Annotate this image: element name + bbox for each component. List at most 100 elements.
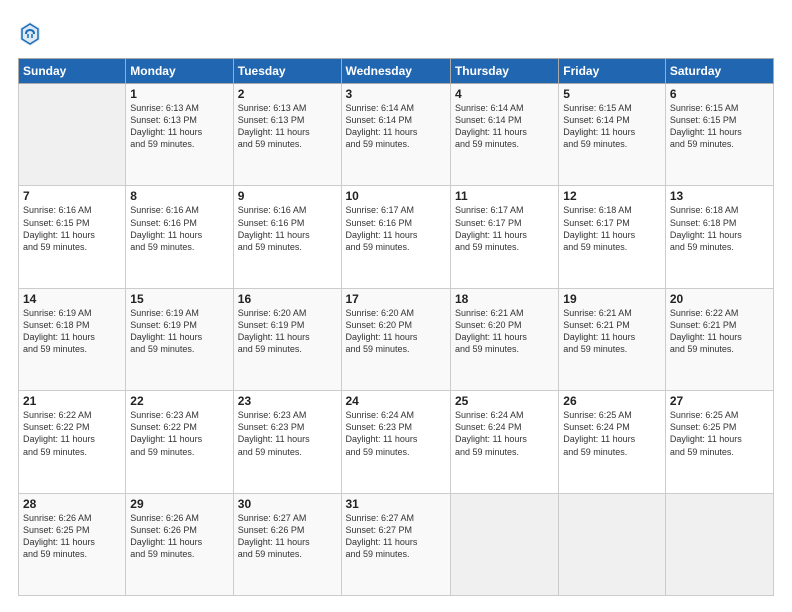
- calendar-cell: 12Sunrise: 6:18 AM Sunset: 6:17 PM Dayli…: [559, 186, 666, 288]
- day-info: Sunrise: 6:13 AM Sunset: 6:13 PM Dayligh…: [238, 102, 337, 151]
- day-info: Sunrise: 6:22 AM Sunset: 6:21 PM Dayligh…: [670, 307, 769, 356]
- header: [18, 16, 774, 48]
- calendar-table: SundayMondayTuesdayWednesdayThursdayFrid…: [18, 58, 774, 596]
- calendar-cell: [559, 493, 666, 595]
- day-info: Sunrise: 6:19 AM Sunset: 6:19 PM Dayligh…: [130, 307, 228, 356]
- day-info: Sunrise: 6:23 AM Sunset: 6:23 PM Dayligh…: [238, 409, 337, 458]
- day-info: Sunrise: 6:17 AM Sunset: 6:17 PM Dayligh…: [455, 204, 554, 253]
- day-number: 6: [670, 87, 769, 101]
- calendar-cell: 31Sunrise: 6:27 AM Sunset: 6:27 PM Dayli…: [341, 493, 450, 595]
- calendar-cell: 24Sunrise: 6:24 AM Sunset: 6:23 PM Dayli…: [341, 391, 450, 493]
- day-number: 2: [238, 87, 337, 101]
- day-number: 17: [346, 292, 446, 306]
- dow-header-monday: Monday: [126, 59, 233, 84]
- calendar-cell: 11Sunrise: 6:17 AM Sunset: 6:17 PM Dayli…: [450, 186, 558, 288]
- day-info: Sunrise: 6:26 AM Sunset: 6:26 PM Dayligh…: [130, 512, 228, 561]
- day-info: Sunrise: 6:21 AM Sunset: 6:20 PM Dayligh…: [455, 307, 554, 356]
- day-number: 28: [23, 497, 121, 511]
- day-number: 1: [130, 87, 228, 101]
- calendar-cell: 2Sunrise: 6:13 AM Sunset: 6:13 PM Daylig…: [233, 84, 341, 186]
- day-info: Sunrise: 6:14 AM Sunset: 6:14 PM Dayligh…: [346, 102, 446, 151]
- dow-header-friday: Friday: [559, 59, 666, 84]
- calendar-cell: 6Sunrise: 6:15 AM Sunset: 6:15 PM Daylig…: [665, 84, 773, 186]
- day-info: Sunrise: 6:23 AM Sunset: 6:22 PM Dayligh…: [130, 409, 228, 458]
- day-number: 27: [670, 394, 769, 408]
- day-info: Sunrise: 6:19 AM Sunset: 6:18 PM Dayligh…: [23, 307, 121, 356]
- day-number: 31: [346, 497, 446, 511]
- day-number: 10: [346, 189, 446, 203]
- day-number: 22: [130, 394, 228, 408]
- day-number: 11: [455, 189, 554, 203]
- day-number: 9: [238, 189, 337, 203]
- dow-header-thursday: Thursday: [450, 59, 558, 84]
- calendar-body: 1Sunrise: 6:13 AM Sunset: 6:13 PM Daylig…: [19, 84, 774, 596]
- day-number: 14: [23, 292, 121, 306]
- day-number: 5: [563, 87, 661, 101]
- week-row-3: 21Sunrise: 6:22 AM Sunset: 6:22 PM Dayli…: [19, 391, 774, 493]
- day-info: Sunrise: 6:20 AM Sunset: 6:20 PM Dayligh…: [346, 307, 446, 356]
- calendar-cell: 4Sunrise: 6:14 AM Sunset: 6:14 PM Daylig…: [450, 84, 558, 186]
- calendar-cell: 8Sunrise: 6:16 AM Sunset: 6:16 PM Daylig…: [126, 186, 233, 288]
- calendar-cell: 7Sunrise: 6:16 AM Sunset: 6:15 PM Daylig…: [19, 186, 126, 288]
- day-number: 24: [346, 394, 446, 408]
- day-info: Sunrise: 6:15 AM Sunset: 6:15 PM Dayligh…: [670, 102, 769, 151]
- day-info: Sunrise: 6:18 AM Sunset: 6:18 PM Dayligh…: [670, 204, 769, 253]
- calendar-cell: 27Sunrise: 6:25 AM Sunset: 6:25 PM Dayli…: [665, 391, 773, 493]
- day-number: 30: [238, 497, 337, 511]
- day-info: Sunrise: 6:16 AM Sunset: 6:15 PM Dayligh…: [23, 204, 121, 253]
- calendar-cell: 15Sunrise: 6:19 AM Sunset: 6:19 PM Dayli…: [126, 288, 233, 390]
- calendar-cell: 1Sunrise: 6:13 AM Sunset: 6:13 PM Daylig…: [126, 84, 233, 186]
- dow-header-tuesday: Tuesday: [233, 59, 341, 84]
- day-info: Sunrise: 6:20 AM Sunset: 6:19 PM Dayligh…: [238, 307, 337, 356]
- week-row-2: 14Sunrise: 6:19 AM Sunset: 6:18 PM Dayli…: [19, 288, 774, 390]
- calendar-cell: [450, 493, 558, 595]
- calendar-cell: 23Sunrise: 6:23 AM Sunset: 6:23 PM Dayli…: [233, 391, 341, 493]
- calendar-cell: 21Sunrise: 6:22 AM Sunset: 6:22 PM Dayli…: [19, 391, 126, 493]
- day-info: Sunrise: 6:27 AM Sunset: 6:27 PM Dayligh…: [346, 512, 446, 561]
- week-row-1: 7Sunrise: 6:16 AM Sunset: 6:15 PM Daylig…: [19, 186, 774, 288]
- calendar-cell: 29Sunrise: 6:26 AM Sunset: 6:26 PM Dayli…: [126, 493, 233, 595]
- calendar-cell: 19Sunrise: 6:21 AM Sunset: 6:21 PM Dayli…: [559, 288, 666, 390]
- day-number: 15: [130, 292, 228, 306]
- calendar-cell: 10Sunrise: 6:17 AM Sunset: 6:16 PM Dayli…: [341, 186, 450, 288]
- day-number: 26: [563, 394, 661, 408]
- day-info: Sunrise: 6:25 AM Sunset: 6:24 PM Dayligh…: [563, 409, 661, 458]
- logo: [18, 20, 44, 48]
- calendar-cell: 3Sunrise: 6:14 AM Sunset: 6:14 PM Daylig…: [341, 84, 450, 186]
- calendar-cell: 16Sunrise: 6:20 AM Sunset: 6:19 PM Dayli…: [233, 288, 341, 390]
- day-info: Sunrise: 6:16 AM Sunset: 6:16 PM Dayligh…: [238, 204, 337, 253]
- calendar-cell: 28Sunrise: 6:26 AM Sunset: 6:25 PM Dayli…: [19, 493, 126, 595]
- calendar-cell: [19, 84, 126, 186]
- day-number: 21: [23, 394, 121, 408]
- calendar-cell: 9Sunrise: 6:16 AM Sunset: 6:16 PM Daylig…: [233, 186, 341, 288]
- day-number: 4: [455, 87, 554, 101]
- dow-header-sunday: Sunday: [19, 59, 126, 84]
- calendar-cell: [665, 493, 773, 595]
- calendar-cell: 13Sunrise: 6:18 AM Sunset: 6:18 PM Dayli…: [665, 186, 773, 288]
- calendar-cell: 18Sunrise: 6:21 AM Sunset: 6:20 PM Dayli…: [450, 288, 558, 390]
- week-row-0: 1Sunrise: 6:13 AM Sunset: 6:13 PM Daylig…: [19, 84, 774, 186]
- dow-header-saturday: Saturday: [665, 59, 773, 84]
- day-info: Sunrise: 6:14 AM Sunset: 6:14 PM Dayligh…: [455, 102, 554, 151]
- calendar-cell: 5Sunrise: 6:15 AM Sunset: 6:14 PM Daylig…: [559, 84, 666, 186]
- day-number: 25: [455, 394, 554, 408]
- day-info: Sunrise: 6:24 AM Sunset: 6:23 PM Dayligh…: [346, 409, 446, 458]
- day-number: 12: [563, 189, 661, 203]
- day-number: 23: [238, 394, 337, 408]
- page: SundayMondayTuesdayWednesdayThursdayFrid…: [0, 0, 792, 612]
- week-row-4: 28Sunrise: 6:26 AM Sunset: 6:25 PM Dayli…: [19, 493, 774, 595]
- calendar-cell: 17Sunrise: 6:20 AM Sunset: 6:20 PM Dayli…: [341, 288, 450, 390]
- day-number: 13: [670, 189, 769, 203]
- day-info: Sunrise: 6:21 AM Sunset: 6:21 PM Dayligh…: [563, 307, 661, 356]
- day-info: Sunrise: 6:22 AM Sunset: 6:22 PM Dayligh…: [23, 409, 121, 458]
- calendar-cell: 22Sunrise: 6:23 AM Sunset: 6:22 PM Dayli…: [126, 391, 233, 493]
- day-info: Sunrise: 6:27 AM Sunset: 6:26 PM Dayligh…: [238, 512, 337, 561]
- day-info: Sunrise: 6:24 AM Sunset: 6:24 PM Dayligh…: [455, 409, 554, 458]
- day-info: Sunrise: 6:15 AM Sunset: 6:14 PM Dayligh…: [563, 102, 661, 151]
- day-number: 8: [130, 189, 228, 203]
- day-number: 16: [238, 292, 337, 306]
- day-number: 18: [455, 292, 554, 306]
- day-number: 29: [130, 497, 228, 511]
- day-number: 19: [563, 292, 661, 306]
- day-info: Sunrise: 6:13 AM Sunset: 6:13 PM Dayligh…: [130, 102, 228, 151]
